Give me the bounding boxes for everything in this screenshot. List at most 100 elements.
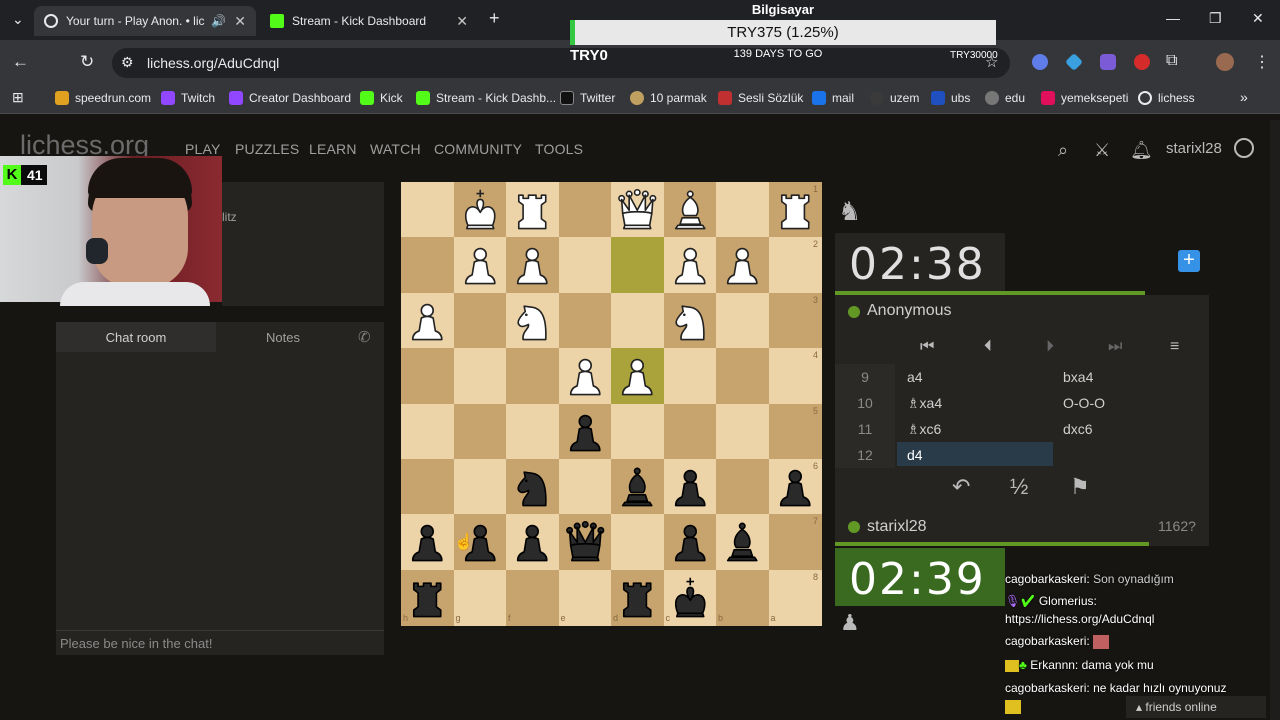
board-square[interactable] [453,403,507,460]
board-square[interactable] [611,237,664,294]
bookmark-speedrun[interactable]: speedrun.com [55,91,151,105]
board-square[interactable] [453,182,507,238]
menu-kebab-icon[interactable]: ⋮ [1254,52,1270,72]
tab-lichess[interactable]: Your turn - Play Anon. • lich 🔊 ✕ [34,6,256,36]
board-square[interactable] [611,514,664,571]
bookmark-10-parmak[interactable]: 10 parmak [630,91,707,105]
bookmark-uzem[interactable]: uzem [870,91,919,105]
board-square[interactable] [401,292,454,349]
url-text[interactable]: lichess.org/AduCdnql [147,55,279,71]
board-square[interactable] [611,569,664,626]
chess-board[interactable]: 1 2 3 4 5 6 7 8 h g f e d c b a [401,182,822,626]
close-tab-icon[interactable]: ✕ [456,13,468,30]
move-white[interactable]: ♗xa4 [907,395,942,412]
board-square[interactable] [663,403,717,460]
nav-play[interactable]: PLAY [185,141,221,157]
board-square[interactable] [558,237,612,294]
opponent-name[interactable]: Anonymous [867,302,952,320]
swords-icon[interactable]: ⚔ [1094,140,1110,161]
board-square[interactable] [716,458,769,515]
board-square[interactable] [716,182,769,238]
nav-community[interactable]: COMMUNITY [434,141,522,157]
board-square[interactable] [611,403,664,460]
bookmark-yemeksepeti[interactable]: yemeksepeti [1041,91,1128,105]
back-arrow-icon[interactable]: ← [12,52,29,72]
user-avatar-icon[interactable] [1234,138,1254,158]
nav-tools[interactable]: TOOLS [535,141,583,157]
board-square[interactable] [716,292,769,349]
nav-puzzles[interactable]: PUZZLES [235,141,299,157]
extensions-puzzle-icon[interactable]: ⧉ [1166,52,1177,70]
bookmark-sesli-sozluk[interactable]: Sesli Sözlük [718,91,803,105]
bookmark-mail[interactable]: mail [812,91,854,105]
tab-chat-room[interactable]: Chat room [56,322,216,352]
player-name[interactable]: starixl28 [867,518,927,536]
bookmark-twitch[interactable]: Twitch [161,91,215,105]
board-square[interactable] [401,403,454,460]
board-square[interactable] [506,403,559,460]
board-square[interactable] [663,514,717,571]
add-time-button[interactable]: + [1178,250,1200,272]
board-square[interactable] [663,237,717,294]
friends-online-button[interactable]: ▴ friends online [1126,696,1266,718]
board-square[interactable] [401,569,454,626]
close-window-icon[interactable]: ✕ [1252,10,1264,27]
board-square[interactable] [716,237,769,294]
board-square[interactable] [663,182,717,238]
board-square[interactable] [663,348,717,405]
bookmark-kick[interactable]: Kick [360,91,403,105]
nav-learn[interactable]: LEARN [309,141,357,157]
board-square[interactable] [453,458,507,515]
board-square[interactable] [401,458,454,515]
board-square[interactable] [558,458,612,515]
last-move-icon[interactable]: ⏭ [1108,338,1122,356]
move-black[interactable]: O-O-O [1063,395,1105,411]
move-black[interactable]: bxa4 [1063,369,1093,385]
board-square[interactable] [716,348,769,405]
minimize-icon[interactable]: — [1166,10,1180,26]
board-square[interactable] [716,569,769,626]
bookmark-lichess[interactable]: lichess [1138,91,1195,105]
restore-icon[interactable]: ❐ [1209,10,1222,27]
extension-blue-icon[interactable] [1032,54,1048,70]
move-white[interactable]: a4 [907,369,923,385]
page-scrollbar[interactable] [1270,120,1280,720]
board-square[interactable] [453,292,507,349]
board-square[interactable] [611,182,664,238]
board-square[interactable] [716,403,769,460]
board-square[interactable] [716,514,769,571]
apps-grid-icon[interactable]: ⊞ [12,89,24,106]
chat-input[interactable]: Please be nice in the chat! [56,630,384,655]
extension-red-icon[interactable] [1134,54,1150,70]
board-square[interactable] [453,569,507,626]
search-icon[interactable]: ⌕ [1058,140,1068,161]
tab-notes[interactable]: Notes [216,322,350,352]
board-square[interactable] [558,182,612,238]
header-username[interactable]: starixl28 [1166,140,1222,157]
chat-message-link[interactable]: https://lichess.org/AduCdnql [1005,612,1154,626]
new-tab-button[interactable]: + [489,8,500,29]
next-move-icon[interactable]: ⏵ [1046,338,1054,356]
hamburger-menu-icon[interactable]: ≡ [1170,338,1179,356]
extension-shield-icon[interactable] [1100,54,1116,70]
phone-icon[interactable]: ✆ [358,328,371,346]
board-square[interactable] [663,292,717,349]
board-square[interactable] [401,514,454,571]
bookmark-edu[interactable]: edu [985,91,1025,105]
tab-kick-dashboard[interactable]: Stream - Kick Dashboard ✕ [260,6,478,36]
takeback-icon[interactable]: ↶ [952,474,970,500]
close-tab-icon[interactable]: ✕ [234,13,246,30]
site-info-icon[interactable]: ⚙ [121,54,134,71]
board-square[interactable] [558,292,612,349]
board-square[interactable] [558,348,612,405]
move-white[interactable]: ♗xc6 [907,421,941,438]
board-square[interactable] [506,237,559,294]
move-black[interactable]: dxc6 [1063,421,1093,437]
board-square[interactable] [506,569,559,626]
board-square[interactable] [611,348,664,405]
board-square[interactable] [506,348,559,405]
board-square[interactable] [401,348,454,405]
more-bookmarks-chevron-icon[interactable]: » [1240,89,1248,105]
board-square[interactable] [506,182,559,238]
board-square[interactable] [558,403,612,460]
